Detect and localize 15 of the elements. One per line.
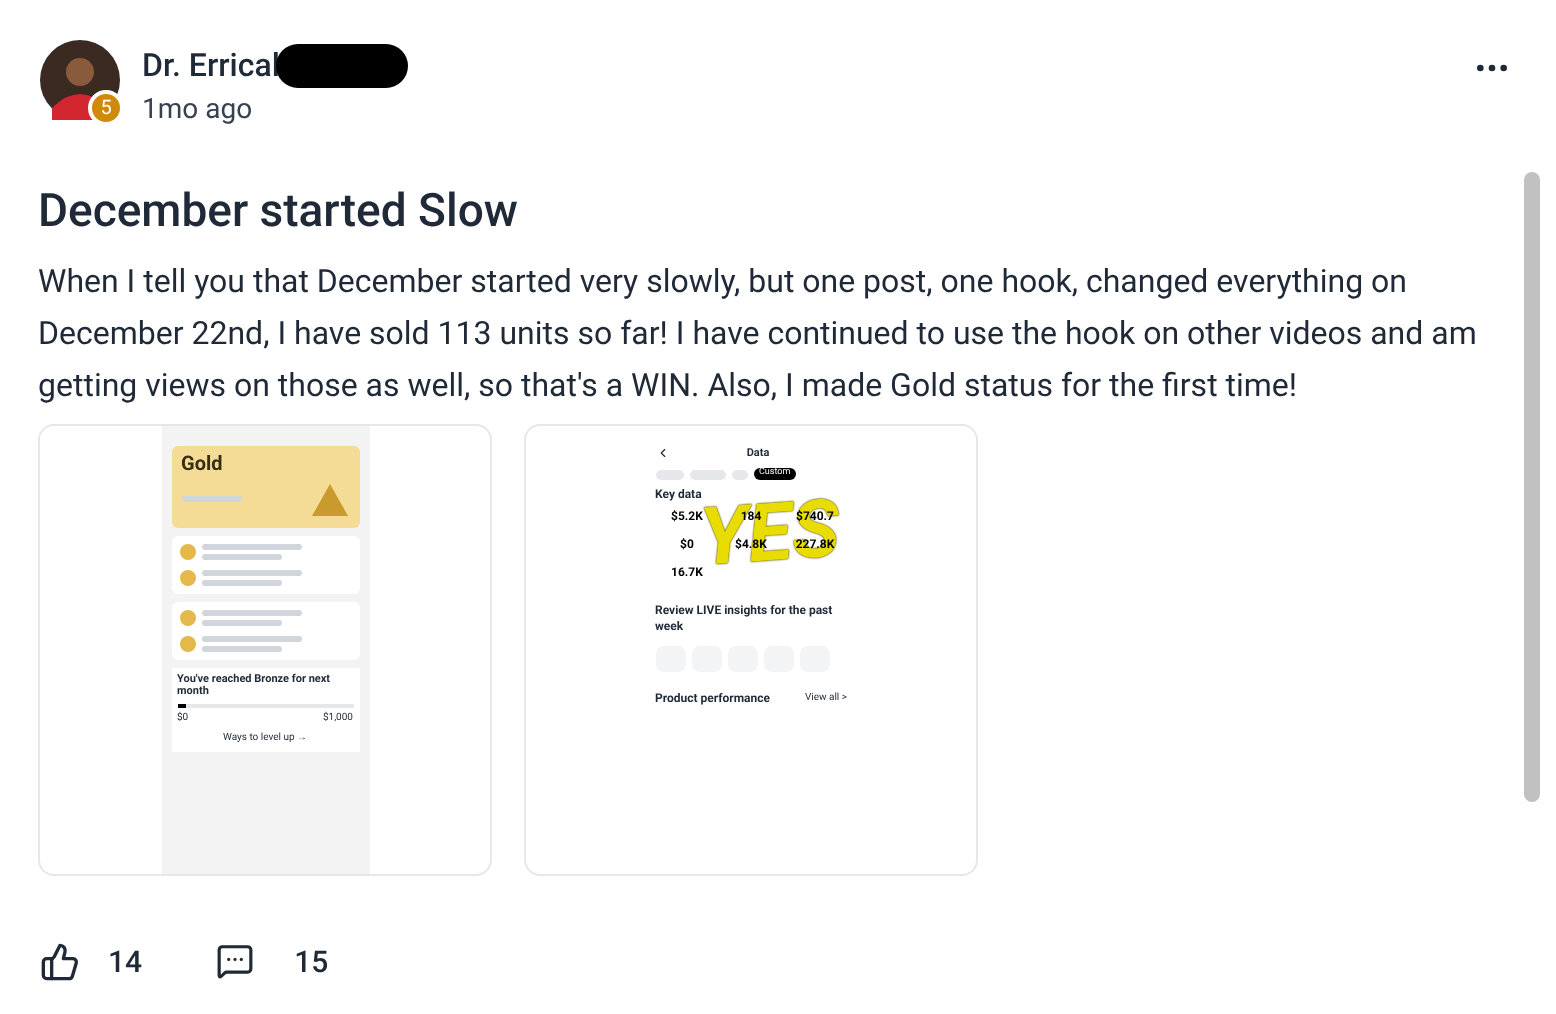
filter-chip[interactable] xyxy=(689,469,725,479)
filter-chip[interactable] xyxy=(731,469,747,479)
comment-icon[interactable] xyxy=(216,942,255,981)
post-body: When I tell you that December started very slowly, but one post, one hook, changed everything on December 22nd, I have sold 113 units so far! I have continued to use the hook on other videos and am getting views on those as well, so that's a WIN. Also, I made Gold status for the first time! xyxy=(38,259,1479,407)
scrollbar[interactable] xyxy=(1524,172,1540,802)
comment-count: 15 xyxy=(294,941,329,983)
like-count: 14 xyxy=(108,941,143,983)
level-badge: 5 xyxy=(88,90,124,126)
pyramid-icon xyxy=(309,481,349,517)
like-icon[interactable] xyxy=(40,941,80,982)
post-title: December started Slow xyxy=(38,182,520,242)
tier-name: Gold xyxy=(181,455,225,475)
post-time: 1mo ago xyxy=(142,92,255,130)
back-icon[interactable] xyxy=(655,446,669,461)
redaction-mark xyxy=(275,44,408,88)
